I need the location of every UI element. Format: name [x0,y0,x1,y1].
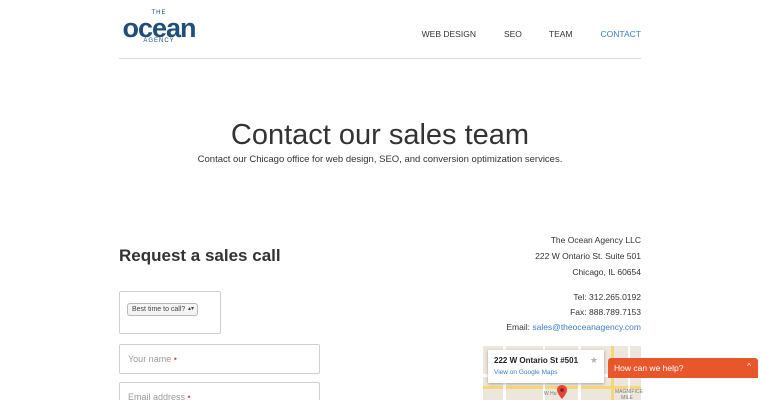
email-link[interactable]: sales@theoceanagency.com [532,322,641,332]
nav-contact[interactable]: CONTACT [601,29,641,39]
select-arrows-icon: ▴▾ [187,306,194,312]
email-placeholder: Email address • [128,392,191,400]
site-header: THE ocean AGENCY WEB DESIGN SEO TEAM CON… [119,0,641,59]
page-title: Contact our sales team [230,119,530,151]
best-time-select[interactable]: Best time to call? ▴▾ [127,303,198,316]
save-star-icon[interactable]: ★ [590,355,598,365]
chat-widget-button[interactable]: How can we help? ^ [608,358,758,378]
nav-web-design[interactable]: WEB DESIGN [422,29,476,39]
phone-number: Tel: 312.265.0192 [573,292,641,302]
chat-label: How can we help? [614,363,684,373]
map-card-address: 222 W Ontario St #501 [494,356,579,365]
logo-bottom-text: AGENCY [143,38,175,44]
map-pin-icon [557,385,567,399]
nav-team[interactable]: TEAM [549,29,573,39]
fax-number: Fax: 888.789.7153 [570,307,641,317]
office-address: The Ocean Agency LLC 222 W Ontario St. S… [535,232,641,280]
required-mark: • [187,392,191,400]
email-line: Email: sales@theoceanagency.com [506,322,641,332]
form-title: Request a sales call [119,246,281,265]
name-input[interactable]: Your name • [119,344,320,374]
map-info-card: 222 W Ontario St #501 View on Google Map… [488,350,604,383]
email-input[interactable]: Email address • [119,382,320,400]
best-time-box: Best time to call? ▴▾ [119,291,221,334]
map-district-label: MAGNIFICE MILE [615,389,643,400]
city-address: Chicago, IL 60654 [572,267,641,277]
name-placeholder: Your name • [128,354,177,364]
map-street-label: W Hu [544,391,557,397]
page-subtitle: Contact our Chicago office for web desig… [197,154,563,165]
street-address: 222 W Ontario St. Suite 501 [535,251,641,261]
best-time-selected-value: Best time to call? [132,306,186,313]
view-on-google-maps-link[interactable]: View on Google Maps [494,369,557,377]
company-name: The Ocean Agency LLC [550,235,641,245]
main-nav: WEB DESIGN SEO TEAM CONTACT [422,29,641,39]
nav-seo[interactable]: SEO [504,29,522,39]
chevron-up-icon: ^ [747,362,751,371]
ocean-agency-logo[interactable]: THE ocean AGENCY [119,10,199,48]
required-mark: • [173,354,177,364]
contact-details: Tel: 312.265.0192 Fax: 888.789.7153 Emai… [506,290,641,335]
